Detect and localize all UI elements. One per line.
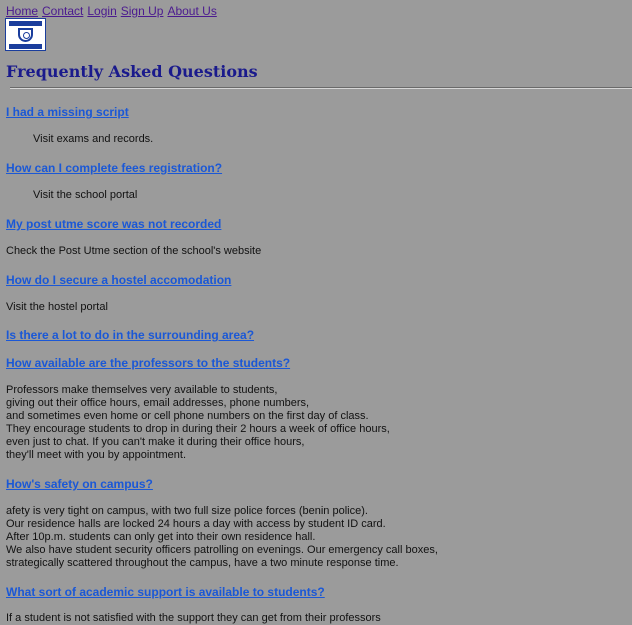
faq-question-link[interactable]: How available are the professors to the … xyxy=(6,356,290,370)
crest-icon xyxy=(18,28,33,42)
faq-answer-line: Our residence halls are locked 24 hours … xyxy=(6,518,386,530)
faq-answer-line: strategically scattered throughout the c… xyxy=(6,557,399,569)
title-divider xyxy=(10,87,632,89)
faq-item: How's safety on campus? xyxy=(6,477,153,491)
faq-item: How do I secure a hostel accomodation xyxy=(6,273,231,287)
faq-answer: If a student is not satisfied with the s… xyxy=(6,612,381,624)
school-logo[interactable] xyxy=(5,18,46,51)
faq-answer: Visit exams and records. xyxy=(33,133,154,145)
faq-answer-line: they'll meet with you by appointment. xyxy=(6,449,187,461)
faq-question-link[interactable]: My post utme score was not recorded xyxy=(6,217,221,231)
faq-answer: Visit the school portal xyxy=(33,189,138,201)
faq-question-link[interactable]: How do I secure a hostel accomodation xyxy=(6,273,231,287)
nav-contact-link[interactable]: Contact xyxy=(42,4,83,18)
faq-item: How can I complete fees registration? xyxy=(6,161,222,175)
faq-answer-line: even just to chat. If you can't make it … xyxy=(6,436,305,448)
faq-answer-line: After 10p.m. students can only get into … xyxy=(6,531,316,543)
logo-top-band xyxy=(9,21,42,26)
faq-question-link[interactable]: Is there a lot to do in the surrounding … xyxy=(6,328,254,342)
faq-item: Is there a lot to do in the surrounding … xyxy=(6,328,254,342)
faq-question-link[interactable]: I had a missing script xyxy=(6,105,129,119)
faq-answer-line: We also have student security officers p… xyxy=(6,544,438,556)
faq-answer-line: and sometimes even home or cell phone nu… xyxy=(6,410,369,422)
faq-answer-line: afety is very tight on campus, with two … xyxy=(6,505,368,517)
faq-item: My post utme score was not recorded xyxy=(6,217,221,231)
nav-signup-link[interactable]: Sign Up xyxy=(121,4,164,18)
logo-bottom-band xyxy=(9,44,42,49)
faq-answer: Visit the hostel portal xyxy=(6,301,108,313)
faq-answer-block: Professors make themselves very availabl… xyxy=(6,384,390,462)
faq-answer-block: afety is very tight on campus, with two … xyxy=(6,505,438,570)
faq-answer-line: Professors make themselves very availabl… xyxy=(6,384,278,396)
faq-answer-line: They encourage students to drop in durin… xyxy=(6,423,390,435)
nav-about-link[interactable]: About Us xyxy=(167,4,216,18)
faq-question-link[interactable]: How's safety on campus? xyxy=(6,477,153,491)
faq-item: What sort of academic support is availab… xyxy=(6,585,325,599)
nav-login-link[interactable]: Login xyxy=(87,4,116,18)
page-title: Frequently Asked Questions xyxy=(6,62,258,81)
faq-item: I had a missing script xyxy=(6,105,129,119)
faq-question-link[interactable]: What sort of academic support is availab… xyxy=(6,585,325,599)
faq-answer: Check the Post Utme section of the schoo… xyxy=(6,245,262,257)
top-nav: Home Contact Login Sign Up About Us xyxy=(6,4,221,18)
faq-answer-line: giving out their office hours, email add… xyxy=(6,397,310,409)
faq-item: How available are the professors to the … xyxy=(6,356,290,370)
faq-question-link[interactable]: How can I complete fees registration? xyxy=(6,161,222,175)
nav-home-link[interactable]: Home xyxy=(6,4,38,18)
